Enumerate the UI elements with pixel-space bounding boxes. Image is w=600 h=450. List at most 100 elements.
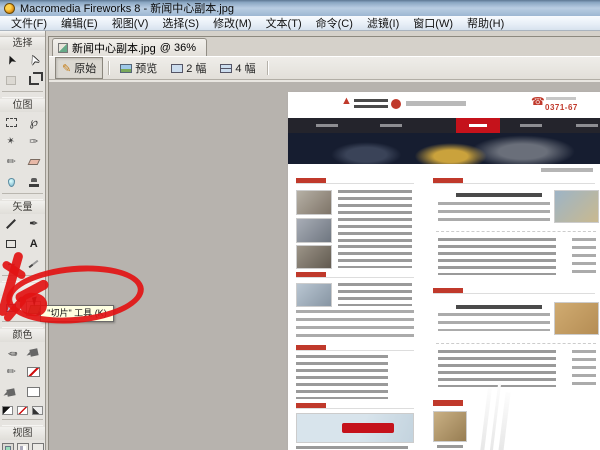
line-tool[interactable] bbox=[2, 215, 21, 233]
default-colors-button[interactable] bbox=[2, 406, 13, 415]
gallery-thumbnail bbox=[433, 411, 467, 442]
blur-tool[interactable] bbox=[2, 173, 21, 191]
swap-colors-button[interactable] bbox=[32, 406, 43, 415]
menu-item-file[interactable]: 文件(F) bbox=[4, 15, 54, 31]
marquee-tool[interactable] bbox=[2, 113, 21, 131]
nav-link bbox=[576, 124, 598, 127]
lasso-tool[interactable]: ℘ bbox=[24, 113, 43, 131]
original-view-button[interactable]: ✎ 原始 bbox=[55, 57, 103, 79]
menu-item-filters[interactable]: 滤镜(I) bbox=[360, 15, 406, 31]
full-screen-with-menus-button[interactable] bbox=[17, 443, 29, 450]
section-label-colors: 颜色 bbox=[0, 329, 45, 342]
standard-screen-mode-button[interactable] bbox=[2, 443, 14, 450]
document-tab[interactable]: 新闻中心副本.jpg @ 36% bbox=[52, 38, 207, 56]
magic-wand-icon: ✶ bbox=[6, 136, 17, 148]
four-up-icon bbox=[220, 64, 232, 73]
article-image bbox=[554, 190, 599, 223]
menu-item-select[interactable]: 选择(S) bbox=[155, 15, 206, 31]
banner-caption bbox=[296, 446, 408, 450]
brush-tool[interactable]: ✑ bbox=[24, 133, 43, 151]
news-text bbox=[338, 218, 412, 242]
fill-color-well[interactable] bbox=[24, 383, 43, 401]
stroke-color-label: ✏ bbox=[2, 363, 21, 381]
two-up-view-button[interactable]: 2 幅 bbox=[165, 58, 212, 78]
eyedropper-tool[interactable]: ✎ bbox=[2, 343, 21, 361]
news-thumbnail bbox=[296, 218, 332, 243]
pen-icon: ✒ bbox=[29, 219, 38, 230]
divider bbox=[436, 231, 596, 232]
title-bar: Macromedia Fireworks 8 - 新闻中心副本.jpg bbox=[0, 0, 600, 16]
tool-row: ✏ bbox=[0, 152, 45, 172]
tool-row bbox=[0, 402, 45, 418]
article-summary bbox=[438, 202, 550, 224]
rubber-stamp-tool[interactable] bbox=[24, 173, 43, 191]
tool-row: ✎ bbox=[0, 342, 45, 362]
select-behind-icon bbox=[6, 76, 16, 85]
site-badge-icon bbox=[391, 99, 401, 109]
full-screen-mode-button[interactable] bbox=[32, 443, 44, 450]
menu-item-view[interactable]: 视图(V) bbox=[105, 15, 156, 31]
paint-bucket-icon bbox=[29, 348, 38, 357]
knife-tool[interactable] bbox=[24, 255, 43, 273]
stroke-color-swatch bbox=[27, 367, 40, 377]
document-tab-bar: 新闻中心副本.jpg @ 36% bbox=[49, 37, 600, 56]
news-thumbnail bbox=[296, 245, 332, 269]
sidebar-section-header bbox=[296, 345, 414, 351]
marquee-icon bbox=[6, 118, 17, 127]
news-thumbnail bbox=[296, 283, 332, 307]
news-date-list bbox=[572, 350, 596, 387]
subselection-tool[interactable]: ➤ bbox=[24, 51, 43, 69]
site-logo-text bbox=[354, 99, 388, 108]
text-tool-icon: A bbox=[30, 239, 38, 250]
news-thumbnail bbox=[296, 190, 332, 215]
fill-bucket-icon bbox=[7, 388, 16, 397]
pen-tool[interactable]: ✒ bbox=[24, 215, 43, 233]
select-behind-tool[interactable] bbox=[2, 71, 21, 89]
two-up-icon bbox=[171, 64, 183, 73]
main-section-header bbox=[433, 178, 595, 184]
menu-item-help[interactable]: 帮助(H) bbox=[460, 15, 511, 31]
document-icon bbox=[58, 43, 68, 53]
section-label-vector: 矢量 bbox=[0, 201, 45, 214]
original-view-label: 原始 bbox=[74, 60, 96, 76]
pencil-icon: ✏ bbox=[7, 157, 16, 168]
article-title bbox=[456, 305, 542, 309]
section-divider bbox=[2, 321, 43, 328]
news-link-list bbox=[438, 350, 556, 387]
four-up-view-button[interactable]: 4 幅 bbox=[214, 58, 261, 78]
crop-tool[interactable] bbox=[24, 71, 43, 89]
tool-row: ✶ ✑ bbox=[0, 132, 45, 152]
tool-row bbox=[0, 70, 45, 90]
tool-row: ℘ bbox=[0, 112, 45, 132]
menu-item-commands[interactable]: 命令(C) bbox=[309, 15, 360, 31]
magic-wand-tool[interactable]: ✶ bbox=[2, 133, 21, 151]
pointer-tool[interactable]: ➤ bbox=[2, 51, 21, 69]
stroke-color-well[interactable] bbox=[24, 363, 43, 381]
rectangle-tool[interactable] bbox=[2, 235, 21, 253]
paint-bucket-tool[interactable] bbox=[24, 343, 43, 361]
news-text bbox=[338, 245, 412, 268]
document-canvas[interactable]: ▲ ☎ 0371-67 bbox=[49, 82, 600, 450]
news-link-list bbox=[438, 238, 556, 275]
menu-item-text[interactable]: 文本(T) bbox=[259, 15, 309, 31]
main-section-header bbox=[433, 400, 483, 406]
menu-item-modify[interactable]: 修改(M) bbox=[206, 15, 259, 31]
eraser-tool[interactable] bbox=[24, 153, 43, 171]
preview-view-button[interactable]: 预览 bbox=[114, 58, 163, 78]
menu-item-window[interactable]: 窗口(W) bbox=[406, 15, 460, 31]
hotline-label bbox=[546, 97, 576, 100]
sidebar-paragraph bbox=[296, 310, 414, 342]
pencil-tool[interactable]: ✏ bbox=[2, 153, 21, 171]
menu-item-edit[interactable]: 编辑(E) bbox=[54, 15, 105, 31]
toolbar-separator bbox=[267, 61, 268, 75]
no-color-button[interactable] bbox=[17, 406, 28, 415]
four-up-label: 4 幅 bbox=[235, 60, 255, 76]
main-section-header bbox=[433, 288, 595, 294]
pointer-icon: ➤ bbox=[4, 53, 19, 67]
fireworks-app-icon bbox=[4, 3, 15, 14]
section-label-view: 视图 bbox=[0, 427, 45, 440]
section-label-bitmap: 位图 bbox=[0, 99, 45, 112]
two-up-label: 2 幅 bbox=[186, 60, 206, 76]
sidebar-section-header bbox=[296, 403, 414, 409]
text-tool[interactable]: A bbox=[24, 235, 43, 253]
